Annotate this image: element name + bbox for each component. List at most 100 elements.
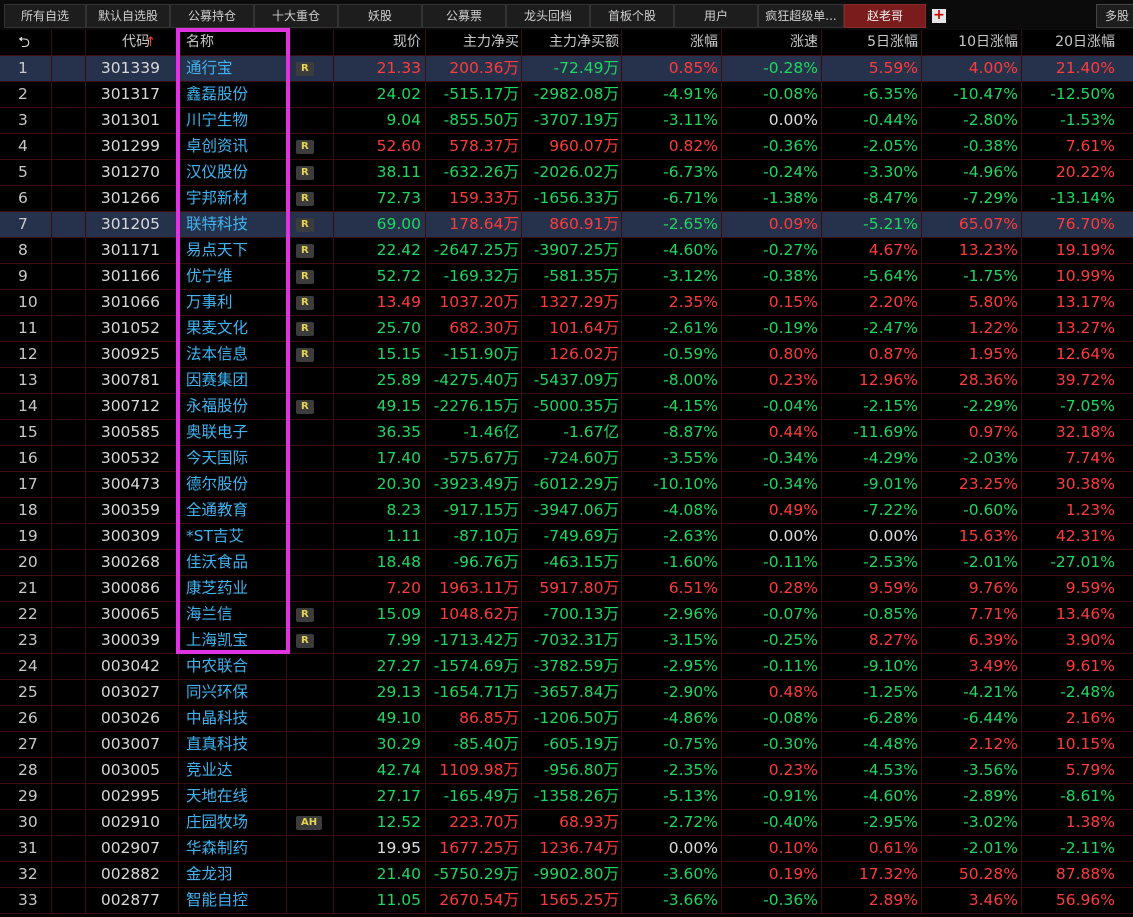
tab-user[interactable]: 用户 — [674, 4, 758, 28]
header-change[interactable]: 涨幅 — [622, 30, 722, 55]
stock-code: 300473 — [86, 472, 179, 497]
table-row[interactable]: 25 003027 同兴环保 29.13 -1654.71万 -3657.84万 -2.90… — [0, 680, 1133, 706]
header-code[interactable]: 代码 ↑ — [86, 30, 179, 55]
header-blank — [52, 30, 86, 55]
row-blank — [52, 56, 86, 81]
tab-public-fund-holdings[interactable]: 公募持仓 — [170, 4, 254, 28]
row-index: 15 — [0, 420, 52, 445]
table-row[interactable]: 12 300925 法本信息 R 15.15 -151.90万 126.02万 -0.59% 0… — [0, 342, 1133, 368]
table-row[interactable]: 14 300712 永福股份 R 49.15 -2276.15万 -5000.35万 -4.1… — [0, 394, 1133, 420]
table-row[interactable]: 7 301205 联特科技 R 69.00 178.64万 860.91万 -2.65% 0.0… — [0, 212, 1133, 238]
r-margin-badge: R — [296, 322, 314, 336]
table-row[interactable]: 13 300781 因赛集团 25.89 -4275.40万 -5437.09万 -8.00… — [0, 368, 1133, 394]
table-row[interactable]: 11 301052 果麦文化 R 25.70 682.30万 101.64万 -2.61% -0… — [0, 316, 1133, 342]
table-row[interactable]: 28 003005 竞业达 42.74 1109.98万 -956.80万 -2.35% 0.… — [0, 758, 1133, 784]
table-row[interactable]: 5 301270 汉仪股份 R 38.11 -632.26万 -2026.02万 -6.73%… — [0, 160, 1133, 186]
table-row[interactable]: 21 300086 康芝药业 7.20 1963.11万 5917.80万 6.51% 0.2… — [0, 576, 1133, 602]
stock-code: 301270 — [86, 160, 179, 185]
multi-stock-button[interactable]: 多股 — [1096, 4, 1133, 28]
table-row[interactable]: 9 301166 优宁维 R 52.72 -169.32万 -581.35万 -3.12% -0… — [0, 264, 1133, 290]
table-row[interactable]: 18 300359 全通教育 8.23 -917.15万 -3947.06万 -4.08% 0… — [0, 498, 1133, 524]
stock-code: 003042 — [86, 654, 179, 679]
table-row[interactable]: 10 301066 万事利 R 13.49 1037.20万 1327.29万 2.35% 0.… — [0, 290, 1133, 316]
change-speed: -0.19% — [722, 316, 822, 341]
add-tab-button[interactable]: + — [932, 8, 946, 23]
table-row[interactable]: 3 301301 川宁生物 9.04 -855.50万 -3707.19万 -3.11% 0.… — [0, 108, 1133, 134]
table-row[interactable]: 26 003026 中晶科技 49.10 86.85万 -1206.50万 -4.86% -0… — [0, 706, 1133, 732]
tab-top-ten-holdings[interactable]: 十大重仓 — [254, 4, 338, 28]
table-row[interactable]: 27 003007 直真科技 30.29 -85.40万 -605.19万 -0.75% -0… — [0, 732, 1133, 758]
change-10d: -3.02% — [922, 810, 1022, 835]
stock-code: 002877 — [86, 888, 179, 913]
tab-leader-pullback[interactable]: 龙头回档 — [506, 4, 590, 28]
table-row[interactable]: 31 002907 华森制药 19.95 1677.25万 1236.74万 0.00% 0.… — [0, 836, 1133, 862]
main-net-amount: -1.67亿 — [522, 420, 622, 445]
header-20d-change[interactable]: 20日涨幅 — [1022, 30, 1118, 55]
change-5d: -9.01% — [822, 472, 922, 497]
row-blank — [52, 576, 86, 601]
header-10d-change[interactable]: 10日涨幅 — [922, 30, 1022, 55]
change-percent: 2.35% — [622, 290, 722, 315]
table-row[interactable]: 4 301299 卓创资讯 R 52.60 578.37万 960.07万 0.82% -0.3… — [0, 134, 1133, 160]
table-row[interactable]: 19 300309 *ST吉艾 1.11 -87.10万 -749.69万 -2.63% 0.… — [0, 524, 1133, 550]
table-row[interactable]: 33 002877 智能自控 11.05 2670.54万 1565.25万 -3.66% -… — [0, 888, 1133, 914]
change-percent: 0.00% — [622, 836, 722, 861]
r-margin-badge: R — [296, 608, 314, 622]
table-row[interactable]: 1 301339 通行宝 R 21.33 200.36万 -72.49万 0.85% -0.28… — [0, 56, 1133, 82]
change-5d: -3.30% — [822, 160, 922, 185]
change-percent: -2.35% — [622, 758, 722, 783]
change-10d: 1.95% — [922, 342, 1022, 367]
change-10d: -4.21% — [922, 680, 1022, 705]
row-index: 13 — [0, 368, 52, 393]
change-speed: -0.34% — [722, 472, 822, 497]
table-row[interactable]: 29 002995 天地在线 27.17 -165.49万 -1358.26万 -5.13%… — [0, 784, 1133, 810]
change-20d: -8.61% — [1060, 787, 1115, 805]
r-margin-badge: R — [296, 244, 314, 258]
row-index: 32 — [0, 862, 52, 887]
table-row[interactable]: 22 300065 海兰信 R 15.09 1048.62万 -700.13万 -2.96% -… — [0, 602, 1133, 628]
tab-public-fund-stocks[interactable]: 公募票 — [422, 4, 506, 28]
tab-zhao-laoge[interactable]: 赵老哥 — [844, 4, 926, 28]
table-row[interactable]: 2 301317 鑫磊股份 24.02 -515.17万 -2982.08万 -4.91% -… — [0, 82, 1133, 108]
table-row[interactable]: 17 300473 德尔股份 20.30 -3923.49万 -6012.29万 -10.1… — [0, 472, 1133, 498]
stock-tag: R — [287, 238, 334, 263]
table-row[interactable]: 30 002910 庄园牧场 AH 12.52 223.70万 68.93万 -2.72% -0… — [0, 810, 1133, 836]
header-main-net-amount[interactable]: 主力净买额 — [522, 30, 622, 55]
stock-code: 003005 — [86, 758, 179, 783]
row-index: 30 — [0, 810, 52, 835]
table-row[interactable]: 23 300039 上海凯宝 R 7.99 -1713.42万 -7032.31万 -3.15… — [0, 628, 1133, 654]
tab-demon-stocks[interactable]: 妖股 — [338, 4, 422, 28]
table-row[interactable]: 24 003042 中农联合 27.27 -1574.69万 -3782.59万 -2.95… — [0, 654, 1133, 680]
current-price: 27.17 — [334, 784, 426, 809]
header-price[interactable]: 现价 — [334, 30, 426, 55]
main-net-buy: -515.17万 — [426, 82, 522, 107]
row-index: 26 — [0, 706, 52, 731]
back-button[interactable]: ⮌ — [0, 30, 52, 55]
change-speed: 0.44% — [722, 420, 822, 445]
stock-name: 智能自控 — [179, 888, 287, 913]
change-5d: -4.48% — [822, 732, 922, 757]
tab-first-board[interactable]: 首板个股 — [590, 4, 674, 28]
header-name[interactable]: 名称 — [179, 30, 287, 55]
tab-crazy-super-order[interactable]: 疯狂超级单... — [758, 4, 844, 28]
header-5d-change[interactable]: 5日涨幅 — [822, 30, 922, 55]
main-net-buy: 200.36万 — [426, 56, 522, 81]
table-row[interactable]: 20 300268 佳沃食品 18.48 -96.76万 -463.15万 -1.60% -0… — [0, 550, 1133, 576]
table-row[interactable]: 15 300585 奥联电子 36.35 -1.46亿 -1.67亿 -8.87% 0.44%… — [0, 420, 1133, 446]
table-row[interactable]: 32 002882 金龙羽 21.40 -5750.29万 -9902.80万 -3.60%… — [0, 862, 1133, 888]
table-row[interactable]: 8 301171 易点天下 R 22.42 -2647.25万 -3907.25万 -4.60… — [0, 238, 1133, 264]
stock-name: 川宁生物 — [179, 108, 287, 133]
table-row[interactable]: 16 300532 今天国际 17.40 -575.67万 -724.60万 -3.55% -… — [0, 446, 1133, 472]
stock-tag — [287, 680, 334, 705]
table-row[interactable]: 6 301266 宇邦新材 R 72.73 159.33万 -1656.33万 -6.71% -… — [0, 186, 1133, 212]
stock-tag — [287, 420, 334, 445]
tab-default-watchlist[interactable]: 默认自选股 — [86, 4, 170, 28]
row-index: 17 — [0, 472, 52, 497]
header-speed[interactable]: 涨速 — [722, 30, 822, 55]
tab-all-watchlist[interactable]: 所有自选 — [4, 4, 86, 28]
stock-name: 海兰信 — [179, 602, 287, 627]
header-main-net-buy[interactable]: 主力净买 — [426, 30, 522, 55]
current-price: 52.72 — [334, 264, 426, 289]
row-blank — [52, 524, 86, 549]
stock-code: 301052 — [86, 316, 179, 341]
